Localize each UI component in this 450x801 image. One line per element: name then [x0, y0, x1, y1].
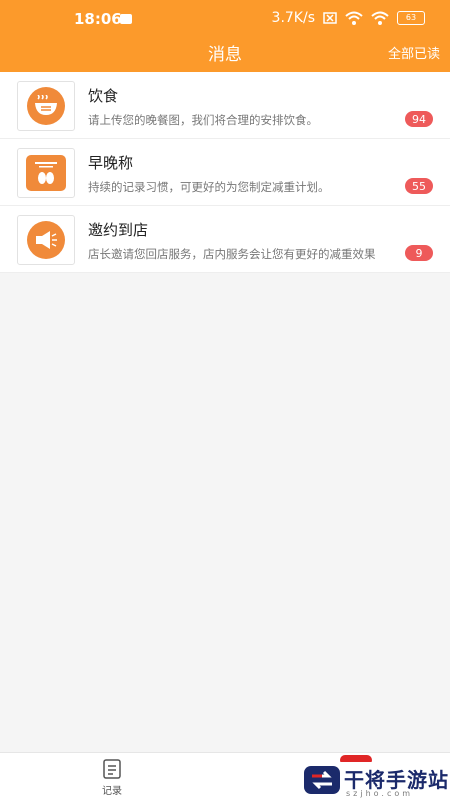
item-preview: 请上传您的晚餐图，我们将合理的安排饮食。 [88, 113, 318, 127]
list-item-invite[interactable]: 邀约到店 店长邀请您回店服务，店内服务会让您有更好的减重效果 9 [0, 206, 450, 273]
watermark: 干将手游站 szjho.com [300, 762, 450, 800]
unread-badge: 9 [405, 245, 433, 261]
network-speed: 3.7K/s [271, 10, 315, 26]
item-title: 早晚称 [88, 154, 134, 172]
status-bar: 18:06 3.7K/s 63 [0, 0, 450, 36]
item-preview: 持续的记录习惯，可更好的为您制定减重计划。 [88, 180, 330, 194]
unread-badge: 94 [405, 111, 433, 127]
status-time: 18:06 [74, 10, 122, 28]
top-header: 18:06 3.7K/s 63 消息 全部已读 [0, 0, 450, 72]
list-item-weigh[interactable]: 早晚称 持续的记录习惯，可更好的为您制定减重计划。 55 [0, 139, 450, 206]
list-item-diet[interactable]: 饮食 请上传您的晚餐图，我们将合理的安排饮食。 94 [0, 72, 450, 139]
megaphone-icon [17, 215, 75, 265]
notification-icon [120, 14, 132, 24]
tab-record[interactable]: 记录 [82, 759, 142, 797]
read-all-button[interactable]: 全部已读 [388, 43, 440, 62]
item-preview: 店长邀请您回店服务，店内服务会让您有更好的减重效果 [88, 247, 376, 261]
sim-icon [323, 12, 337, 24]
page-title: 消息 [208, 45, 242, 65]
unread-badge: 55 [405, 178, 433, 194]
status-right: 3.7K/s 63 [272, 10, 425, 26]
wifi-icon [345, 11, 363, 25]
wifi-icon-2 [371, 11, 389, 25]
battery-icon: 63 [397, 11, 425, 25]
message-list: 饮食 请上传您的晚餐图，我们将合理的安排饮食。 94 早晚称 持续的记录习惯，可… [0, 72, 450, 273]
scale-feet-icon [17, 148, 75, 198]
item-title: 邀约到店 [88, 221, 149, 239]
tab-record-label: 记录 [102, 786, 122, 797]
diet-bowl-icon [17, 81, 75, 131]
document-icon [103, 759, 121, 779]
watermark-url: szjho.com [346, 789, 414, 798]
watermark-logo-icon [304, 766, 340, 794]
item-title: 饮食 [88, 87, 119, 105]
